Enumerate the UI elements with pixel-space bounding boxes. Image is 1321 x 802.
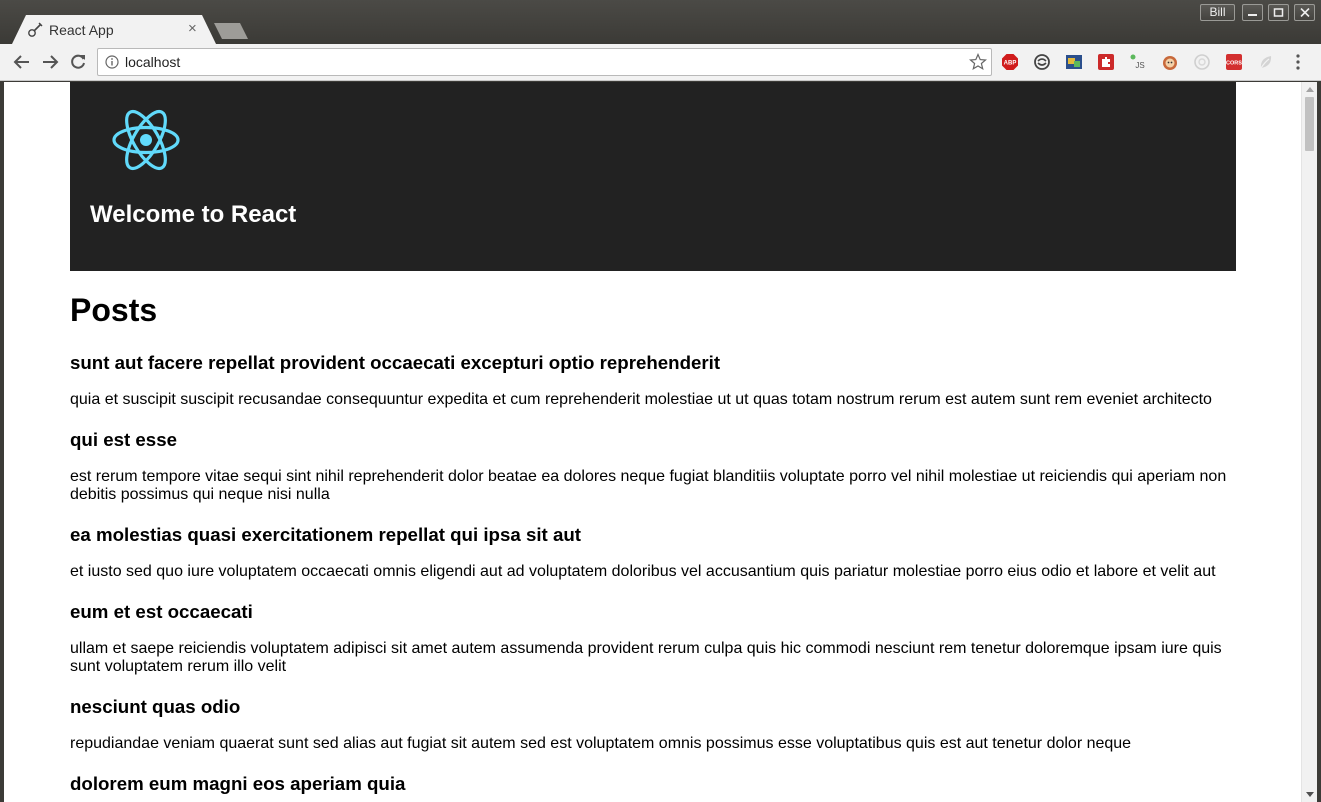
info-icon[interactable] (105, 55, 119, 69)
react-logo-icon (112, 109, 180, 171)
post-item: dolorem eum magni eos aperiam quia (70, 773, 1236, 795)
post-body: quia et suscipit suscipit recusandae con… (70, 391, 1212, 408)
reload-icon[interactable] (68, 52, 88, 72)
circle-ext-icon[interactable] (1193, 53, 1211, 71)
back-arrow-icon[interactable] (12, 52, 32, 72)
browser-toolbar: localhost ABP JS CORS (0, 44, 1321, 81)
tab-close-icon[interactable]: × (188, 20, 197, 37)
maximize-button[interactable] (1268, 4, 1289, 21)
scrollbar-thumb[interactable] (1305, 97, 1314, 151)
post-title: qui est esse (70, 429, 177, 450)
post-body: et iusto sed quo iure voluptatem occaeca… (70, 563, 1216, 580)
chrome-menu-icon[interactable] (1290, 53, 1306, 71)
post-body: repudiandae veniam quaerat sunt sed alia… (70, 735, 1132, 752)
posts-section: Posts sunt aut facere repellat provident… (70, 292, 1236, 802)
cors-icon[interactable]: CORS (1225, 53, 1243, 71)
new-tab-button[interactable] (214, 23, 248, 39)
js-icon[interactable]: JS (1129, 53, 1147, 71)
post-title: nesciunt quas odio (70, 696, 241, 717)
tab-title: React App (49, 22, 114, 38)
minimize-button[interactable] (1242, 4, 1263, 21)
url-text[interactable]: localhost (125, 54, 180, 70)
scroll-up-arrow-icon[interactable] (1306, 87, 1314, 92)
browser-title-bar: React App × Bill (0, 0, 1321, 44)
browser-tab[interactable]: React App × (12, 15, 216, 44)
puzzle-icon[interactable] (1097, 53, 1115, 71)
post-item: qui est esse est rerum tempore vitae seq… (70, 429, 1236, 504)
post-body: est rerum tempore vitae sequi sint nihil… (70, 468, 1227, 503)
post-item: eum et est occaecati ullam et saepe reic… (70, 601, 1236, 676)
post-title: dolorem eum magni eos aperiam quia (70, 773, 406, 794)
post-item: ea molestias quasi exercitationem repell… (70, 524, 1236, 581)
svg-text:JS: JS (1135, 61, 1144, 70)
post-item: sunt aut facere repellat provident occae… (70, 352, 1236, 409)
octocat-icon[interactable] (1161, 53, 1179, 71)
svg-text:ABP: ABP (1004, 61, 1017, 67)
sync-icon[interactable] (1033, 53, 1051, 71)
post-title: ea molestias quasi exercitationem repell… (70, 524, 581, 545)
app-header: Welcome to React (70, 82, 1236, 271)
bookmark-star-icon[interactable] (969, 53, 987, 71)
vertical-scrollbar[interactable] (1301, 82, 1317, 802)
minimize-icon (1248, 14, 1257, 16)
scroll-down-arrow-icon[interactable] (1306, 792, 1314, 797)
abp-icon[interactable]: ABP (1001, 53, 1019, 71)
window-frame-edge (1317, 82, 1321, 802)
window-resizer-icon[interactable] (1065, 53, 1083, 71)
post-title: sunt aut facere repellat provident occae… (70, 352, 721, 373)
post-item: nesciunt quas odio repudiandae veniam qu… (70, 696, 1236, 753)
new-tab-shape (214, 23, 248, 39)
profile-button[interactable]: Bill (1200, 4, 1235, 21)
post-body: ullam et saepe reiciendis voluptatem adi… (70, 640, 1222, 675)
page-viewport: Welcome to React Posts sunt aut facere r… (4, 82, 1301, 802)
close-icon (1300, 8, 1310, 17)
address-bar[interactable]: localhost (97, 48, 992, 76)
posts-heading: Posts (70, 292, 158, 328)
close-window-button[interactable] (1294, 4, 1315, 21)
forward-arrow-icon[interactable] (40, 52, 60, 72)
svg-text:CORS: CORS (1226, 61, 1242, 67)
maximize-icon (1273, 8, 1284, 17)
guitar-favicon-icon (28, 22, 43, 37)
app-title: Welcome to React (90, 201, 297, 228)
post-title: eum et est occaecati (70, 601, 253, 622)
leaf-ext-icon[interactable] (1257, 53, 1275, 71)
